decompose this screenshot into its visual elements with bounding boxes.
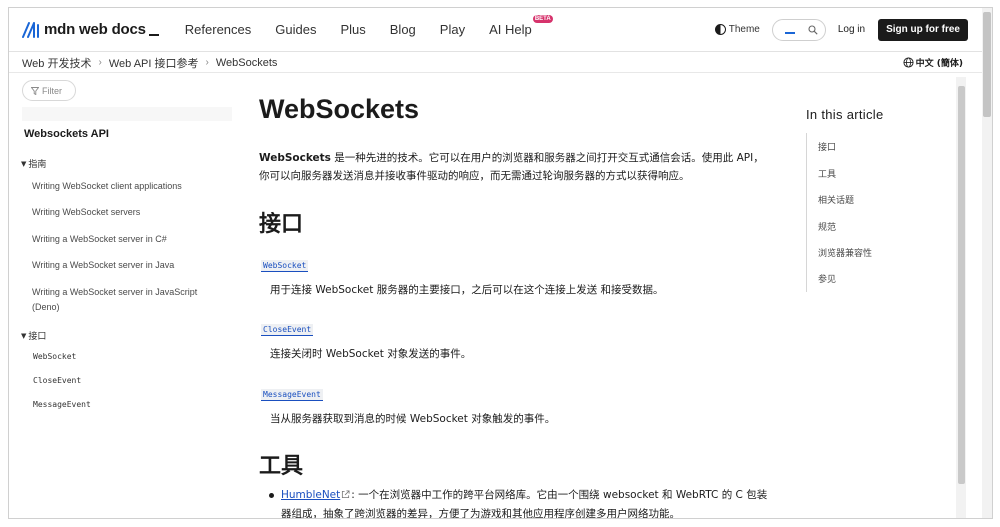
filter-icon xyxy=(31,86,39,95)
sidebar-filter-input[interactable]: Filter xyxy=(22,80,76,101)
nav-plus[interactable]: Plus xyxy=(328,22,377,37)
filter-placeholder: Filter xyxy=(42,85,62,96)
toc-item-specs[interactable]: 规范 xyxy=(818,220,836,233)
nav-blog[interactable]: Blog xyxy=(378,22,428,37)
toc-item-tools[interactable]: 工具 xyxy=(818,167,836,180)
language-label: 中文 (簡体) xyxy=(915,59,963,69)
sidebar-top-fade xyxy=(22,107,232,121)
toc-title: In this article xyxy=(806,107,884,122)
sidebar-item-closeevent[interactable]: CloseEvent xyxy=(33,376,81,385)
breadcrumb-separator-icon: › xyxy=(205,57,209,68)
toc-item-related[interactable]: 相关话题 xyxy=(818,193,854,206)
nav-play[interactable]: Play xyxy=(428,22,477,37)
intro-paragraph: WebSockets 是一种先进的技术。它可以在用户的浏览器和服务器之间打开交互… xyxy=(259,149,774,185)
sidebar-item-websocket[interactable]: WebSocket xyxy=(33,352,76,361)
search-icon xyxy=(808,24,818,35)
sidebar-item-client-apps[interactable]: Writing WebSocket client applications xyxy=(32,179,222,194)
sidebar-group-label: 指南 xyxy=(28,160,47,170)
sidebar-item-servers[interactable]: Writing WebSocket servers xyxy=(32,205,222,220)
term-messageevent-desc: 当从服务器获取到消息的时候 WebSocket 对象触发的事件。 xyxy=(270,413,556,425)
nav-references[interactable]: References xyxy=(173,22,263,37)
signup-button[interactable]: Sign up for free xyxy=(878,18,968,41)
breadcrumb-web-tech[interactable]: Web 开发技术 xyxy=(22,55,91,71)
content-scrollbar-thumb[interactable] xyxy=(958,86,965,484)
toc-item-compat[interactable]: 浏览器兼容性 xyxy=(818,246,872,259)
intro-strong: WebSockets xyxy=(259,152,331,164)
humblenet-link[interactable]: HumbleNet xyxy=(281,489,340,501)
sidebar-group-label: 接口 xyxy=(28,332,47,342)
theme-contrast-icon xyxy=(714,24,726,35)
theme-switcher[interactable]: Theme xyxy=(714,24,760,35)
breadcrumb-web-api[interactable]: Web API 接口参考 xyxy=(109,55,199,71)
toc-item-interfaces[interactable]: 接口 xyxy=(818,140,836,153)
term-closeevent-desc: 连接关闭时 WebSocket 对象发送的事件。 xyxy=(270,348,472,360)
heading-tools: 工具 xyxy=(259,454,304,479)
tool-description: : 一个在浏览器中工作的跨平台网络库。它由一个围绕 websocket 和 We… xyxy=(281,489,768,520)
term-messageevent-link[interactable]: MessageEvent xyxy=(261,389,323,401)
breadcrumb-bar: Web 开发技术 › Web API 接口参考 › WebSockets 中文 … xyxy=(9,53,992,73)
globe-icon xyxy=(903,57,914,68)
sidebar-group-guides[interactable]: ▼ 指南 xyxy=(21,157,47,171)
sidebar-item-server-java[interactable]: Writing a WebSocket server in Java xyxy=(32,258,222,273)
term-websocket-desc: 用于连接 WebSocket 服务器的主要接口，之后可以在这个连接上发送 和接受… xyxy=(270,284,664,296)
term-closeevent-link[interactable]: CloseEvent xyxy=(261,324,314,336)
expand-triangle-icon: ▼ xyxy=(21,159,27,168)
main-nav: References Guides Plus Blog Play AI Help… xyxy=(173,15,553,37)
breadcrumb: Web 开发技术 › Web API 接口参考 › WebSockets xyxy=(22,55,277,71)
sidebar-item-server-csharp[interactable]: Writing a WebSocket server in C# xyxy=(32,232,222,247)
header-tools: Theme Log in Sign up for free xyxy=(714,18,992,41)
logo-underscore xyxy=(148,33,159,36)
page-scrollbar-thumb[interactable] xyxy=(983,12,991,117)
list-item: HumbleNet: 一个在浏览器中工作的跨平台网络库。它由一个围绕 webso… xyxy=(269,486,774,524)
bullet-icon xyxy=(269,493,274,498)
top-navigation-bar: mdn web docs References Guides Plus Blog… xyxy=(9,8,992,52)
breadcrumb-websockets[interactable]: WebSockets xyxy=(216,57,278,69)
breadcrumb-separator-icon: › xyxy=(98,57,102,68)
intro-text: 是一种先进的技术。它可以在用户的浏览器和服务器之间打开交互式通信会话。使用此 A… xyxy=(259,152,764,182)
toc-item-see-also[interactable]: 参见 xyxy=(818,272,836,285)
nav-ai-help[interactable]: AI Help BETA xyxy=(477,15,553,37)
login-link[interactable]: Log in xyxy=(838,24,865,35)
sidebar-item-server-deno[interactable]: Writing a WebSocket server in JavaScript… xyxy=(32,285,222,315)
mdn-logo[interactable]: mdn web docs xyxy=(22,18,159,42)
toc-divider xyxy=(806,133,807,292)
expand-triangle-icon: ▼ xyxy=(21,331,27,340)
sidebar-group-interfaces[interactable]: ▼ 接口 xyxy=(21,329,47,343)
term-websocket-link[interactable]: WebSocket xyxy=(261,260,309,272)
search-accent-bar xyxy=(784,31,795,34)
mdn-logo-icon xyxy=(22,21,39,38)
nav-ai-help-label: AI Help xyxy=(489,22,532,37)
theme-label: Theme xyxy=(728,24,760,35)
language-switcher[interactable]: 中文 (簡体) xyxy=(903,56,963,69)
sidebar-title[interactable]: Websockets API xyxy=(24,128,109,140)
page-title: WebSockets xyxy=(259,94,420,124)
beta-badge: BETA xyxy=(532,15,553,23)
nav-guides[interactable]: Guides xyxy=(263,22,328,37)
search-button[interactable] xyxy=(771,18,826,41)
tool-text-wrapper: HumbleNet: 一个在浏览器中工作的跨平台网络库。它由一个围绕 webso… xyxy=(281,486,774,524)
sidebar-item-messageevent[interactable]: MessageEvent xyxy=(33,400,91,409)
external-link-icon xyxy=(342,490,350,499)
heading-interfaces: 接口 xyxy=(259,212,304,237)
logo-text: mdn web docs xyxy=(44,21,146,38)
